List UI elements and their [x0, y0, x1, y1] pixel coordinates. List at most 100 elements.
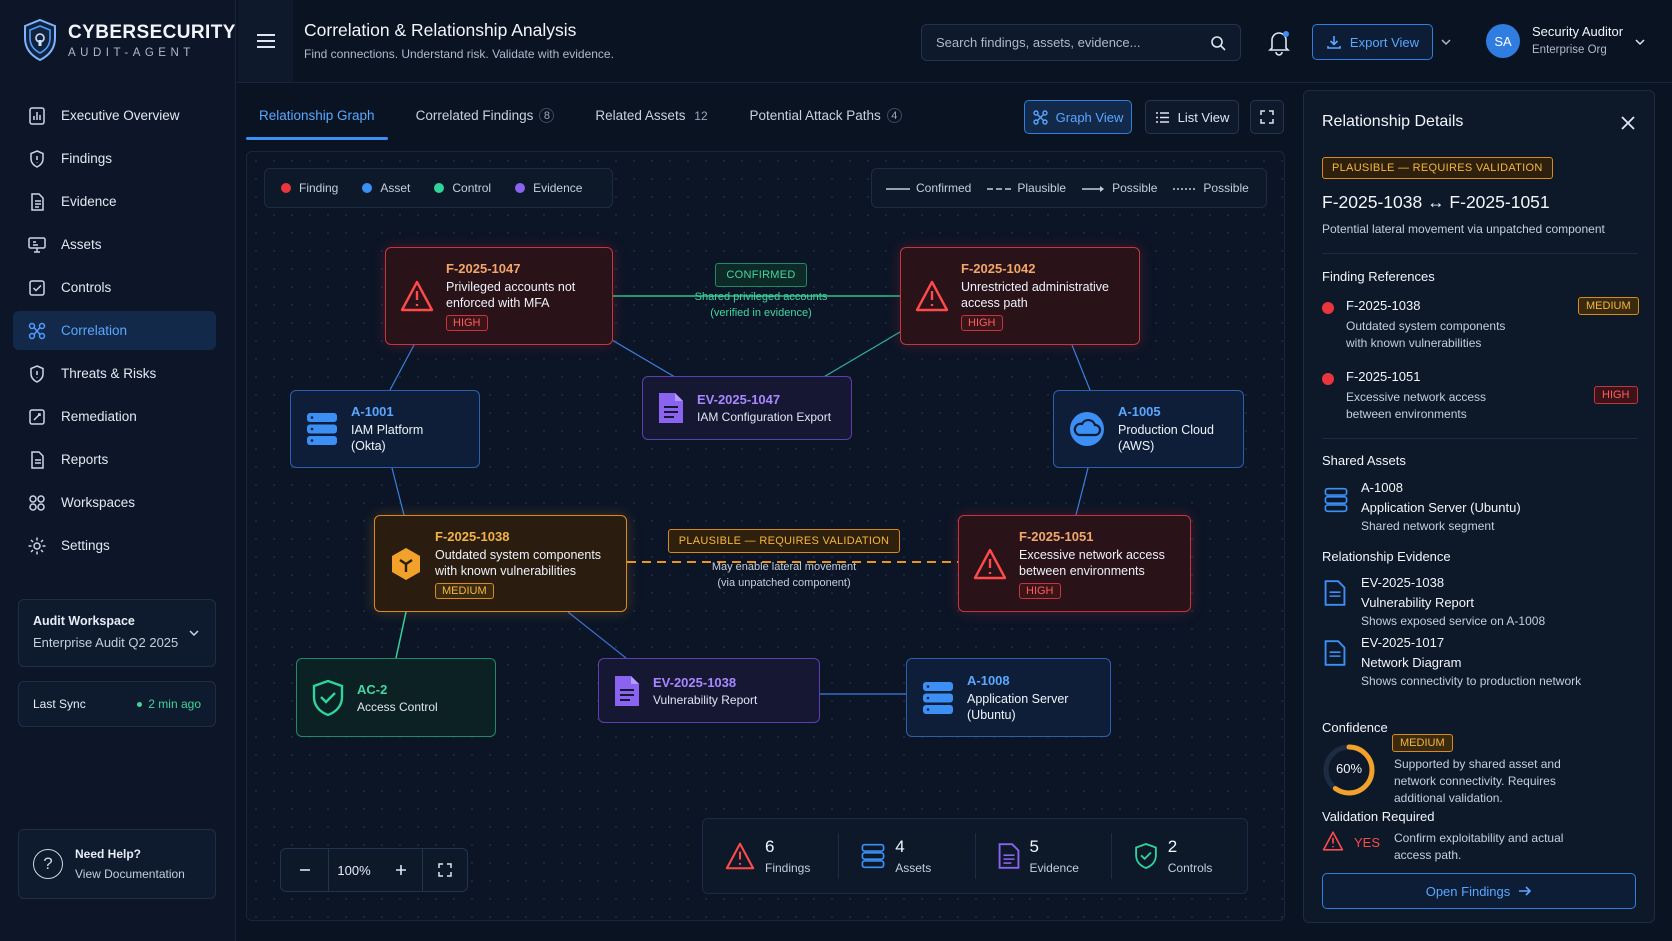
sidebar-item-label: Executive Overview	[61, 108, 180, 123]
fullscreen-button[interactable]	[1250, 100, 1284, 134]
sidebar-item-label: Threats & Risks	[61, 366, 157, 381]
graph-view-button[interactable]: Graph View	[1024, 100, 1132, 134]
export-label: Export View	[1349, 34, 1420, 50]
sidebar-item-findings[interactable]: Findings	[13, 139, 216, 178]
legend-control: Control	[434, 181, 491, 195]
open-findings-label: Open Findings	[1425, 883, 1511, 899]
tab-label: Related Assets	[595, 108, 686, 123]
assets-icon	[28, 236, 46, 253]
workspace-label: Audit Workspace	[33, 614, 135, 628]
stat-label: Assets	[895, 861, 932, 875]
evidence-icon	[31, 192, 44, 211]
confidence-desc: Supported by shared asset and network co…	[1394, 757, 1561, 805]
sidebar-item-workspaces[interactable]: Workspaces	[13, 483, 216, 522]
node-finding-f-2025-1038[interactable]: F-2025-1038 Outdated system components w…	[374, 515, 627, 612]
shared-asset-item[interactable]: A-1008 Application Server (Ubuntu) Share…	[1361, 480, 1521, 535]
edge-type-legend: Confirmed Plausible Possible Possible	[871, 168, 1267, 208]
list-icon	[1155, 111, 1169, 123]
bell-icon[interactable]	[1266, 28, 1292, 56]
node-control-ac-2[interactable]: AC-2 Access Control	[296, 658, 496, 737]
node-finding-f-2025-1051[interactable]: F-2025-1051 Excessive network access bet…	[958, 515, 1191, 612]
evidence-item[interactable]: EV-2025-1038 Vulnerability Report Shows …	[1361, 575, 1545, 630]
confirmed-text-2: (verified in evidence)	[710, 307, 812, 319]
controls-icon	[29, 279, 45, 296]
database-icon	[861, 843, 885, 869]
sidebar-item-remediation[interactable]: Remediation	[13, 397, 216, 436]
hamburger-icon	[256, 34, 275, 48]
shield-logo-icon	[24, 18, 56, 62]
help-link[interactable]: View Documentation	[75, 867, 185, 881]
confirmed-edge-label[interactable]: CONFIRMED Shared privileged accounts (ve…	[676, 263, 846, 321]
tab-correlated-findings[interactable]: Correlated Findings 8	[403, 98, 568, 142]
severity-badge: MEDIUM	[1578, 297, 1639, 315]
shared-asset-desc: Shared network segment	[1361, 519, 1495, 533]
warning-icon	[915, 280, 949, 312]
node-id: A-1008	[967, 672, 1010, 688]
export-menu-chevron-icon[interactable]	[1440, 36, 1452, 48]
node-evidence-ev-2025-1047[interactable]: EV-2025-1047 IAM Configuration Export	[642, 376, 852, 440]
node-finding-f-2025-1047[interactable]: F-2025-1047 Privileged accounts not enfo…	[385, 247, 613, 345]
threats-icon	[30, 364, 44, 383]
zoom-in-button[interactable]	[379, 849, 423, 891]
list-view-button[interactable]: List View	[1145, 100, 1239, 134]
user-menu[interactable]: Security Auditor Enterprise Org	[1532, 24, 1623, 56]
plausible-edge-label[interactable]: PLAUSIBLE — REQUIRES VALIDATION May enab…	[666, 529, 902, 591]
legend-label: Finding	[299, 181, 339, 195]
brand: CYBERSECURITY AUDIT-AGENT	[22, 18, 236, 62]
tab-relationship-graph[interactable]: Relationship Graph	[246, 98, 388, 142]
warning-icon	[400, 280, 434, 312]
list-view-label: List View	[1177, 109, 1230, 125]
sidebar-item-reports[interactable]: Reports	[13, 440, 216, 479]
stat-value: 5	[1029, 837, 1039, 856]
finding-ref-item[interactable]: F-2025-1051 Excessive network access bet…	[1346, 369, 1521, 423]
avatar[interactable]: SA	[1486, 24, 1520, 58]
graph-icon	[1032, 109, 1048, 125]
page-title: Correlation & Relationship Analysis	[304, 20, 577, 40]
node-finding-f-2025-1042[interactable]: F-2025-1042 Unrestricted administrative …	[900, 247, 1140, 345]
page-header: Correlation & Relationship Analysis Find…	[304, 20, 614, 61]
node-asset-a-1005[interactable]: A-1005 Production Cloud (AWS)	[1053, 390, 1244, 468]
node-evidence-ev-2025-1038[interactable]: EV-2025-1038 Vulnerability Report	[598, 658, 820, 723]
sidebar-item-label: Controls	[61, 280, 112, 295]
sidebar-item-settings[interactable]: Settings	[13, 526, 216, 565]
graph-view-label: Graph View	[1055, 109, 1124, 125]
expand-icon	[1260, 110, 1274, 124]
stat-findings: 6 Findings	[703, 833, 840, 879]
close-icon[interactable]	[1620, 115, 1636, 131]
menu-toggle[interactable]	[238, 0, 293, 82]
open-findings-button[interactable]: Open Findings	[1322, 873, 1636, 909]
export-view-button[interactable]: Export View	[1312, 24, 1433, 60]
node-text: IAM Platform (Okta)	[351, 423, 424, 453]
chevron-down-icon[interactable]	[1634, 36, 1646, 48]
sidebar-item-label: Settings	[61, 538, 110, 553]
search-placeholder: Search findings, assets, evidence...	[936, 35, 1141, 50]
node-asset-a-1001[interactable]: A-1001 IAM Platform (Okta)	[290, 390, 480, 468]
sidebar-item-evidence[interactable]: Evidence	[13, 182, 216, 221]
node-asset-a-1008[interactable]: A-1008 Application Server (Ubuntu)	[906, 658, 1111, 737]
solid-line-icon	[886, 188, 910, 190]
evidence-desc: Shows exposed service on A-1008	[1361, 614, 1546, 628]
tab-related-assets[interactable]: Related Assets 12	[582, 98, 721, 142]
finding-ref-desc: Outdated system components with known vu…	[1346, 319, 1506, 350]
sidebar-item-executive-overview[interactable]: Executive Overview	[13, 96, 216, 135]
fit-to-screen-button[interactable]	[423, 849, 467, 891]
finding-ref-item[interactable]: F-2025-1038 Outdated system components w…	[1346, 298, 1521, 352]
sidebar-item-controls[interactable]: Controls	[13, 268, 216, 307]
help-card[interactable]: ? Need Help? View Documentation	[18, 829, 216, 899]
tab-potential-attack-paths[interactable]: Potential Attack Paths 4	[736, 98, 914, 142]
plausible-text-1: May enable lateral movement	[711, 561, 857, 573]
sidebar-item-label: Findings	[61, 151, 113, 166]
zoom-out-button[interactable]	[281, 849, 329, 891]
legend-possible-dotted: Possible	[1173, 181, 1249, 195]
sidebar-item-correlation[interactable]: Correlation	[13, 311, 216, 350]
confirmed-chip: CONFIRMED	[715, 263, 807, 287]
search-input[interactable]: Search findings, assets, evidence...	[921, 24, 1241, 61]
sidebar-item-label: Reports	[61, 452, 109, 467]
finding-dot-icon	[281, 183, 291, 193]
stat-label: Controls	[1167, 861, 1213, 875]
sidebar: CYBERSECURITY AUDIT-AGENT Executive Over…	[0, 0, 236, 941]
evidence-item[interactable]: EV-2025-1017 Network Diagram Shows conne…	[1361, 635, 1581, 690]
sidebar-item-assets[interactable]: Assets	[13, 225, 216, 264]
workspace-selector[interactable]: Audit Workspace Enterprise Audit Q2 2025	[18, 599, 216, 667]
sidebar-item-threats-risks[interactable]: Threats & Risks	[13, 354, 216, 393]
